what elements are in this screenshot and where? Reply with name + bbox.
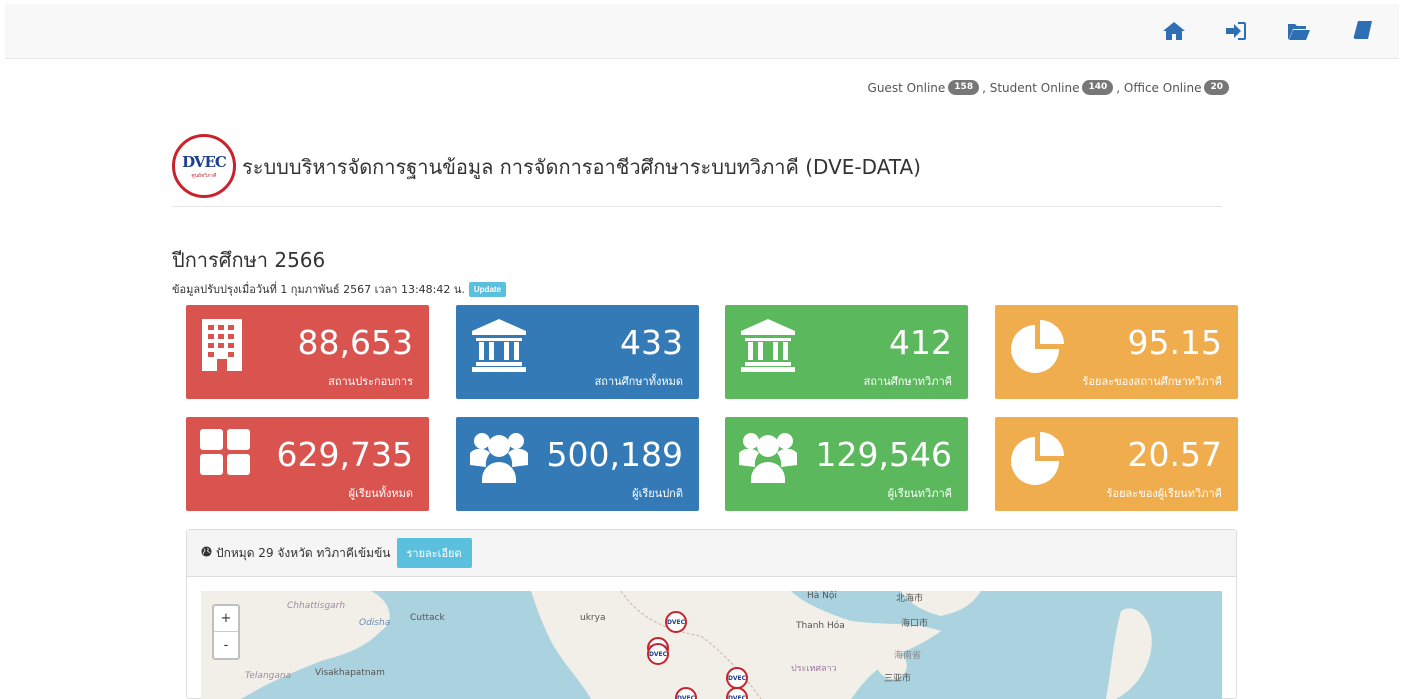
student-online-label: , Student Online (982, 80, 1080, 95)
map-panel: ปักหมุด 29 จังหวัด ทวิภาคีเข้มข้น รายละเ… (186, 529, 1237, 699)
header-divider (172, 206, 1222, 207)
card-label: สถานศึกษาทั้งหมด (594, 375, 683, 388)
logo-subtext: ศูนย์ทวิภาคี (191, 172, 217, 179)
map-label: 北海市 (896, 594, 924, 604)
map-land (201, 591, 1152, 699)
map-marker[interactable]: DVEC (665, 611, 687, 633)
logo-text: DVEC (182, 152, 227, 171)
update-button[interactable]: Update (468, 281, 507, 297)
map-label: 海口市 (901, 619, 929, 629)
zoom-out-button[interactable]: - (214, 632, 238, 658)
office-online-label: , Office Online (1116, 80, 1202, 95)
card-label: สถานประกอบการ (328, 375, 413, 388)
card-label: ร้อยละของสถานศึกษาทวิภาคี (1082, 375, 1222, 388)
map-zoom-control: + - (212, 604, 240, 660)
card-value: 20.57 (1127, 435, 1222, 474)
users-icon (467, 429, 531, 485)
map-label: Odisha (359, 618, 391, 628)
map-label: Chhattisgarh (287, 601, 346, 611)
sign-in-icon[interactable] (1223, 18, 1249, 44)
detail-button[interactable]: รายละเอียด (396, 538, 472, 568)
card-dual-students[interactable]: 129,546 ผู้เรียนทวิภาคี (725, 417, 968, 511)
card-dual-institution-percent[interactable]: 95.15 ร้อยละของสถานศึกษาทวิภาคี (995, 305, 1238, 399)
card-all-institutions[interactable]: 433 สถานศึกษาทั้งหมด (456, 305, 699, 399)
book-icon[interactable] (1350, 18, 1376, 44)
guest-online-count: 158 (948, 80, 980, 95)
pie-chart-icon (1009, 429, 1067, 485)
users-icon (736, 429, 800, 485)
dvec-logo: DVEC ศูนย์ทวิภาคี (172, 134, 236, 198)
card-value: 629,735 (276, 435, 413, 474)
zoom-in-button[interactable]: + (214, 606, 238, 632)
card-dual-institutions[interactable]: 412 สถานศึกษาทวิภาคี (725, 305, 968, 399)
map-label: ประเทศลาว (791, 664, 837, 674)
card-establishments[interactable]: 88,653 สถานประกอบการ (186, 305, 429, 399)
map-label: Visakhapatnam (315, 668, 385, 678)
map-panel-title: ปักหมุด 29 จังหวัด ทวิภาคีเข้มข้น (216, 545, 391, 560)
online-status: Guest Online 158 , Student Online 140 , … (868, 80, 1229, 95)
map-label: Hà Nội (807, 591, 837, 601)
map-panel-header: ปักหมุด 29 จังหวัด ทวิภาคีเข้มข้น รายละเ… (187, 530, 1236, 577)
card-all-students[interactable]: 629,735 ผู้เรียนทั้งหมด (186, 417, 429, 511)
card-value: 129,546 (815, 435, 952, 474)
map-label: 三亚市 (884, 674, 912, 684)
institution-icon (470, 317, 528, 373)
card-label: ผู้เรียนทวิภาคี (887, 487, 952, 500)
map-marker[interactable]: DVEC (726, 667, 748, 689)
academic-year-title: ปีการศึกษา 2566 (172, 248, 326, 272)
top-navbar (5, 4, 1399, 59)
pie-chart-icon (1009, 317, 1067, 373)
student-online-count: 140 (1082, 80, 1114, 95)
office-online-count: 20 (1204, 80, 1229, 95)
card-value: 433 (620, 323, 683, 362)
building-icon (200, 317, 258, 373)
card-label: ร้อยละของผู้เรียนทวิภาคี (1106, 487, 1222, 500)
card-dual-student-percent[interactable]: 20.57 ร้อยละของผู้เรียนทวิภาคี (995, 417, 1238, 511)
map-label: 海南省 (894, 651, 922, 661)
card-label: ผู้เรียนทั้งหมด (348, 487, 413, 500)
card-value: 500,189 (546, 435, 683, 474)
map-label: Cuttack (410, 613, 445, 623)
map-label: Thanh Hóa (796, 621, 845, 631)
guest-online-label: Guest Online (867, 80, 946, 95)
card-value: 412 (889, 323, 952, 362)
last-updated: ข้อมูลปรับปรุงเมื่อวันที่ 1 กุมภาพันธ์ 2… (172, 280, 507, 298)
home-icon[interactable] (1161, 18, 1187, 44)
map-view[interactable]: + - Chhattisgarh Odisha Cuttack Visakhap… (201, 591, 1222, 699)
card-label: สถานศึกษาทวิภาคี (863, 375, 952, 388)
card-value: 95.15 (1127, 323, 1222, 362)
institution-icon (739, 317, 797, 373)
map-label: Telangana (245, 671, 292, 681)
site-title: ระบบบริหารจัดการฐานข้อมูล การจัดการอาชีว… (242, 155, 921, 179)
grid-icon (200, 429, 258, 485)
folder-open-icon[interactable] (1286, 18, 1312, 44)
map-label: ukrya (580, 613, 606, 623)
last-updated-text: ข้อมูลปรับปรุงเมื่อวันที่ 1 กุมภาพันธ์ 2… (172, 283, 465, 296)
map-marker[interactable]: DVEC (647, 643, 669, 665)
card-regular-students[interactable]: 500,189 ผู้เรียนปกติ (456, 417, 699, 511)
card-value: 88,653 (297, 323, 413, 362)
globe-icon (201, 546, 212, 560)
card-label: ผู้เรียนปกติ (632, 487, 683, 500)
